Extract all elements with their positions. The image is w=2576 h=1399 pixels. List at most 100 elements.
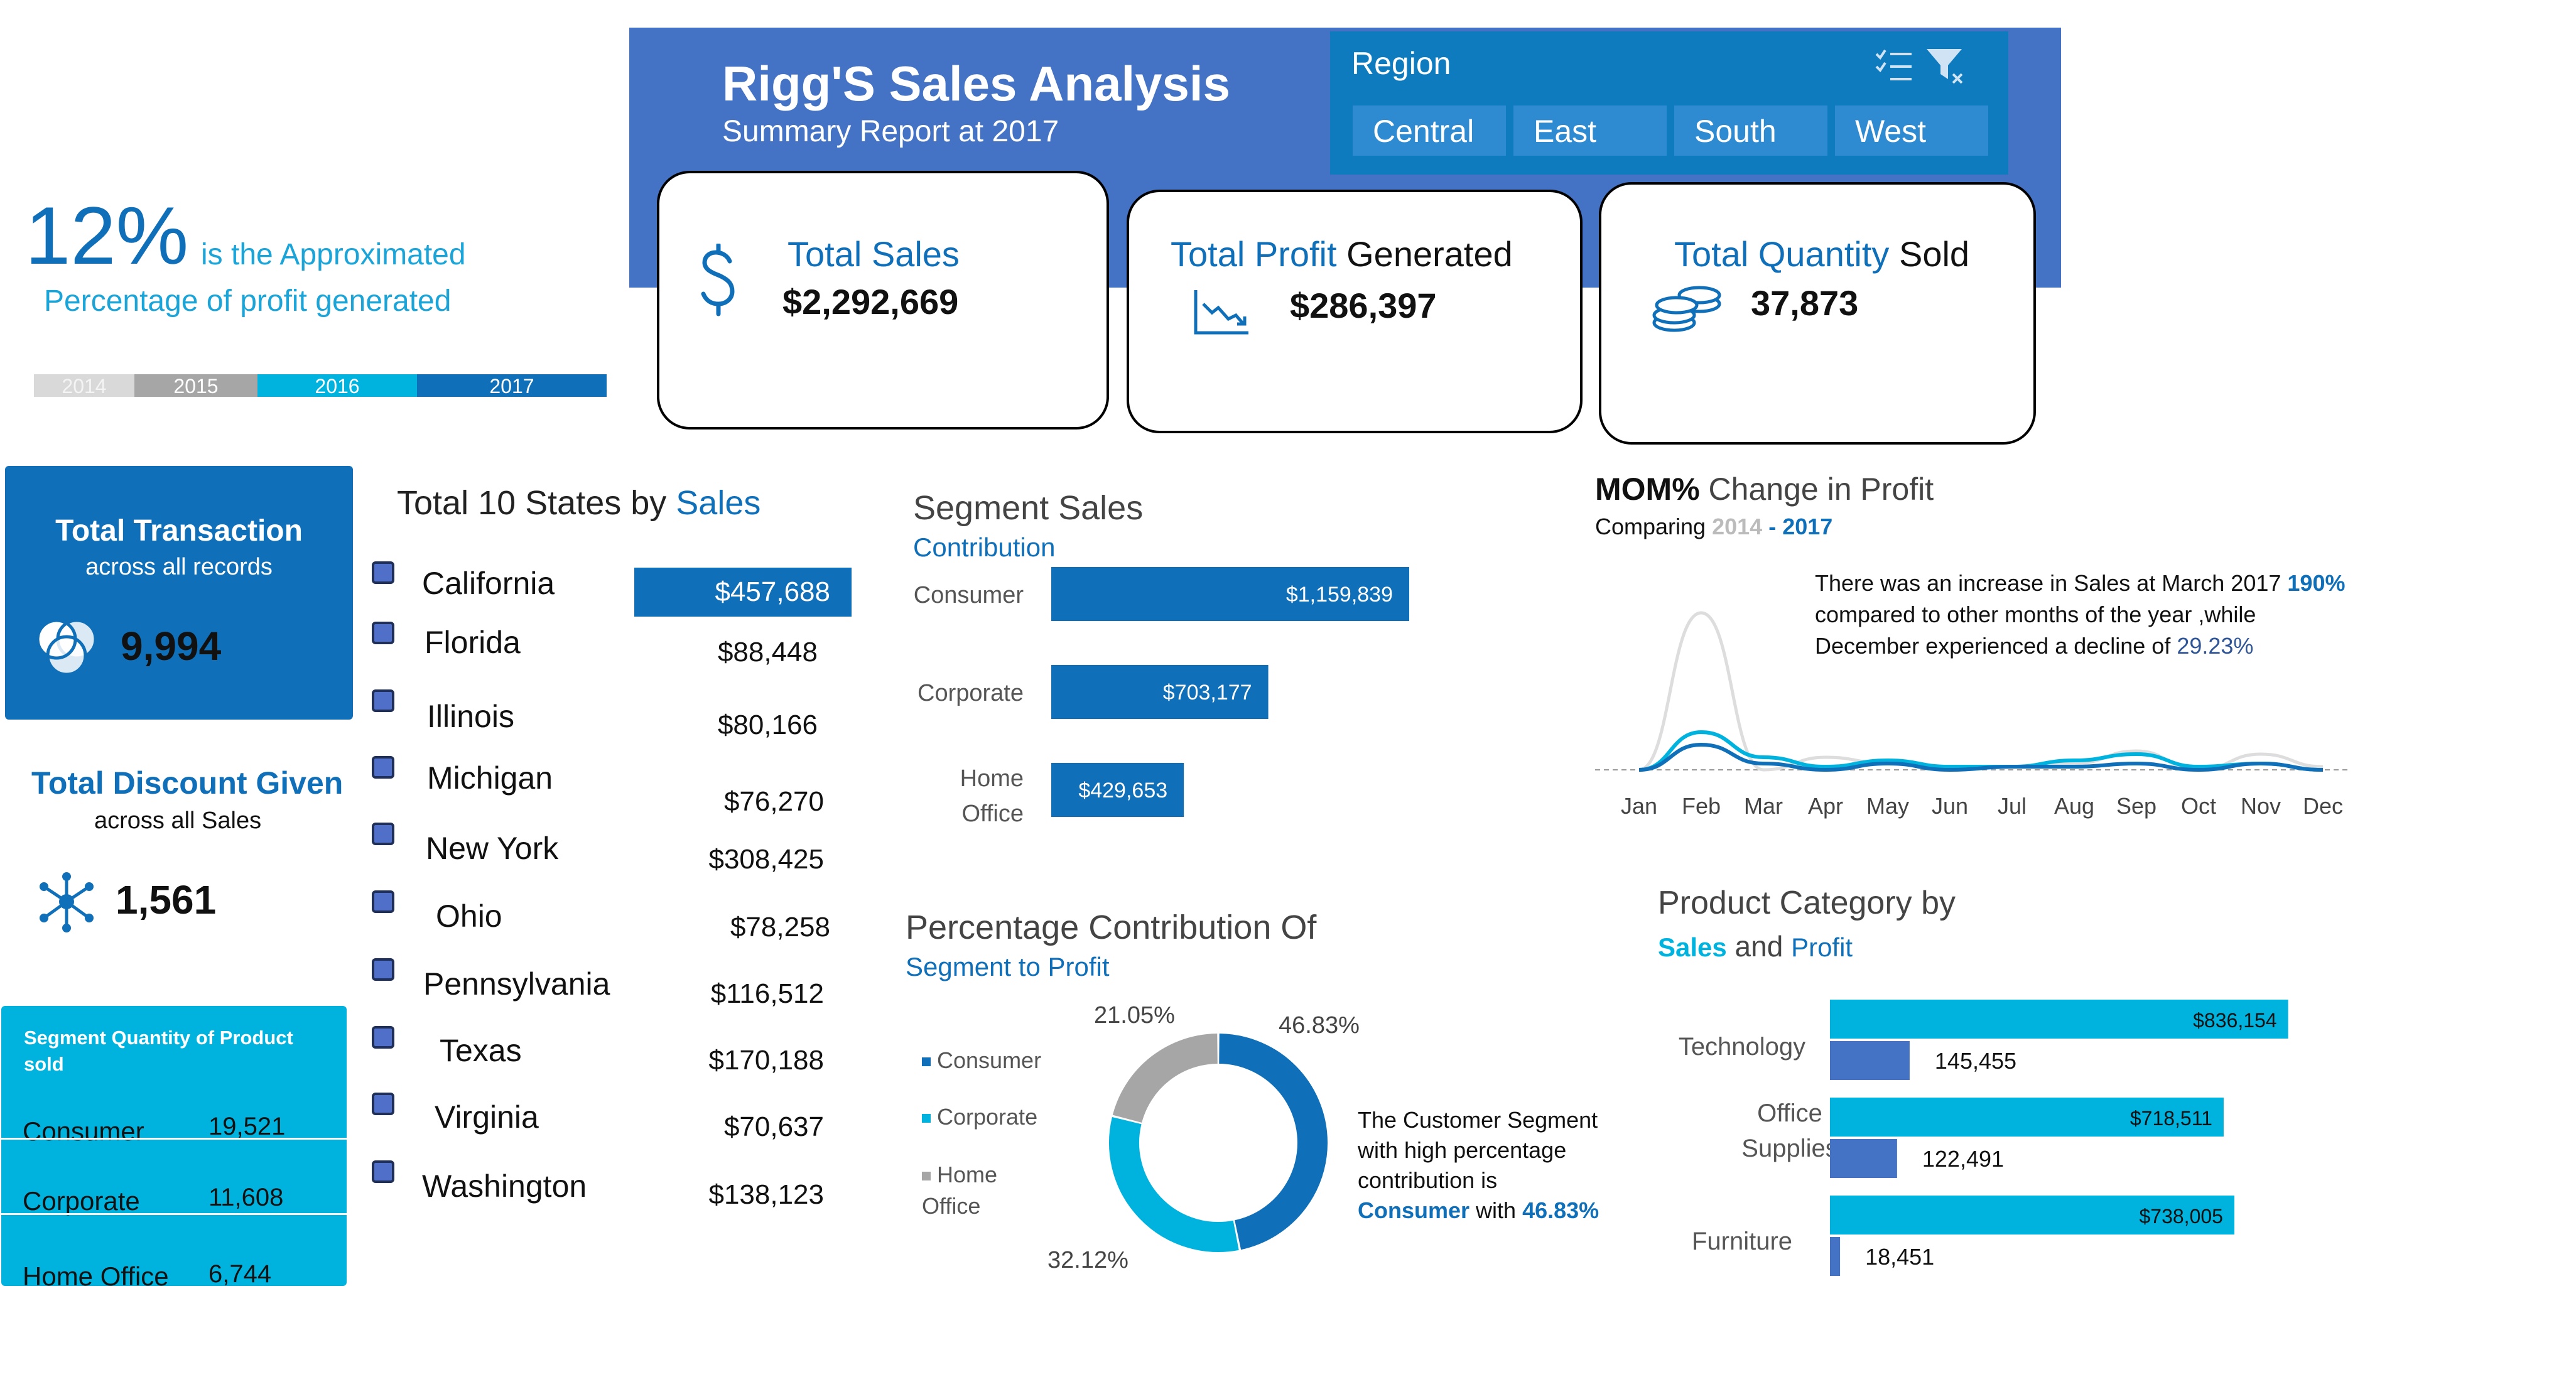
donut-slice	[1109, 1116, 1239, 1252]
total-sales-card: Total Sales $2,292,669	[657, 171, 1109, 429]
region-option-west[interactable]: West	[1835, 105, 1988, 156]
year-filter-strip: 2014 2015 2016 2017	[34, 374, 607, 397]
total-profit-title: Total Profit Generated	[1171, 234, 1513, 274]
x-tick-label: Dec	[2303, 793, 2343, 819]
coins-icon	[1652, 286, 1721, 332]
x-tick-label: Sep	[2116, 793, 2157, 819]
clear-filter-icon[interactable]	[1924, 45, 1964, 85]
segment-quantity-label: Home Office	[23, 1261, 169, 1291]
legend-swatch	[922, 1114, 931, 1123]
segment-quantity-card: Segment Quantity of Product sold Consume…	[1, 1006, 347, 1291]
x-tick-label: Jul	[1998, 793, 2027, 819]
x-tick-label: Nov	[2241, 793, 2281, 819]
profit-contribution-subtitle: Segment to Profit	[906, 952, 1110, 981]
state-value: $88,448	[717, 637, 818, 667]
state-value: $76,270	[723, 786, 824, 817]
profit-percentage-value: 12%	[25, 190, 189, 281]
year-option-2017[interactable]: 2017	[417, 374, 607, 397]
region-option-south[interactable]: South	[1674, 105, 1827, 156]
segment-quantity-value: 11,608	[208, 1184, 284, 1211]
bar-category-label: Technology	[1679, 1033, 1805, 1061]
profit-bar	[1830, 1237, 1841, 1276]
state-checkbox[interactable]	[372, 1026, 394, 1049]
profit-trend-icon	[1194, 290, 1248, 335]
x-tick-label: Aug	[2054, 793, 2094, 819]
state-name: Florida	[425, 625, 521, 660]
total-discount-value: 1,561	[116, 877, 217, 922]
state-checkbox[interactable]	[372, 958, 394, 981]
donut-slice	[1112, 1034, 1218, 1123]
state-value: $138,123	[708, 1179, 824, 1210]
x-tick-label: Feb	[1682, 793, 1721, 819]
state-name: Washington	[422, 1169, 587, 1204]
state-checkbox[interactable]	[372, 890, 394, 913]
profit-contribution-donut	[1109, 1034, 1328, 1252]
state-value: $308,425	[708, 844, 824, 875]
state-value: $80,166	[717, 710, 818, 740]
legend-item-consumer: Consumer	[922, 1047, 1041, 1074]
page-title: Rigg'S Sales Analysis	[722, 56, 1230, 111]
state-name: Illinois	[427, 699, 514, 734]
donut-slice	[1218, 1034, 1328, 1250]
state-value: $170,188	[708, 1045, 824, 1076]
state-value: $116,512	[710, 978, 824, 1009]
top-states-title: Total 10 States by Sales	[397, 484, 761, 522]
region-option-east[interactable]: East	[1513, 105, 1667, 156]
segment-quantity-value: 19,521	[208, 1113, 286, 1140]
state-checkbox[interactable]	[372, 1160, 394, 1183]
bar-category-label: Office	[961, 801, 1024, 827]
total-profit-value: $286,397	[1290, 286, 1437, 325]
profit-bar-label: 18,451	[1865, 1244, 1934, 1270]
total-sales-value: $2,292,669	[782, 282, 959, 321]
bar-category-label: Home	[960, 765, 1024, 792]
product-category-title: Product Category by	[1658, 885, 1956, 921]
state-name: Texas	[440, 1033, 522, 1068]
total-transaction-title: Total Transaction	[55, 514, 303, 548]
total-quantity-value: 37,873	[1751, 283, 1859, 323]
product-category-chart: Technology $836,154 145,455 Office Supplies $…	[1679, 1000, 2288, 1276]
state-checkbox[interactable]	[372, 756, 394, 779]
bar-category-label: Supplies	[1741, 1135, 1837, 1162]
state-checkbox[interactable]	[372, 823, 394, 845]
legend-swatch	[922, 1057, 931, 1067]
year-option-2015[interactable]: 2015	[134, 374, 257, 397]
state-value: $78,258	[730, 912, 830, 943]
donut-label-consumer: 46.83%	[1279, 1012, 1360, 1039]
state-checkbox[interactable]	[372, 561, 394, 584]
state-name: Virginia	[435, 1099, 539, 1135]
state-checkbox[interactable]	[372, 689, 394, 712]
legend-item-home-office: Home Office	[922, 1162, 998, 1219]
x-tick-label: May	[1866, 793, 1909, 819]
profit-bar-label: 145,455	[1935, 1048, 2016, 1074]
region-slicer-label: Region	[1351, 46, 1451, 81]
bar-value-label: $1,159,839	[1286, 583, 1393, 607]
donut-label-home-office: 21.05%	[1094, 1002, 1175, 1029]
state-checkbox[interactable]	[372, 622, 394, 644]
year-option-2016[interactable]: 2016	[257, 374, 417, 397]
segment-quantity-title: Segment Quantity of Product sold	[24, 1027, 293, 1075]
bar-category-label: Office	[1757, 1099, 1822, 1127]
total-discount-subtitle: across all Sales	[94, 808, 262, 834]
multi-select-icon[interactable]	[1874, 45, 1914, 85]
x-tick-label: Apr	[1808, 793, 1843, 819]
x-tick-label: Jun	[1932, 793, 1968, 819]
year-option-2014[interactable]: 2014	[34, 374, 134, 397]
profit-percentage-text-2: Percentage of profit generated	[44, 284, 452, 318]
total-transaction-card: Total Transaction across all records 9,9…	[5, 466, 353, 720]
total-transaction-value: 9,994	[121, 624, 222, 669]
state-value: $457,688	[715, 576, 830, 607]
bar-value-label: $703,177	[1163, 681, 1252, 705]
region-option-central[interactable]: Central	[1353, 105, 1506, 156]
profit-percentage-text-1: is the Approximated	[201, 238, 466, 271]
state-name: Michigan	[427, 760, 553, 796]
bar-category-label: Corporate	[917, 680, 1024, 706]
state-checkbox[interactable]	[372, 1093, 394, 1115]
profit-contribution-note: The Customer Segment with high percentag…	[1358, 1107, 1599, 1223]
segment-quantity-row: Corporate 11,608	[1, 1138, 347, 1216]
mom-line-chart: Jan Feb Mar Apr May Jun Jul Aug Sep Oct Nov Dec	[1595, 611, 2349, 819]
profit-bar	[1830, 1139, 1897, 1178]
region-slicer: Region Central East South West	[1330, 31, 2008, 175]
profit-bar	[1830, 1041, 1910, 1080]
legend-swatch	[922, 1172, 931, 1181]
state-name: Ohio	[436, 899, 502, 934]
